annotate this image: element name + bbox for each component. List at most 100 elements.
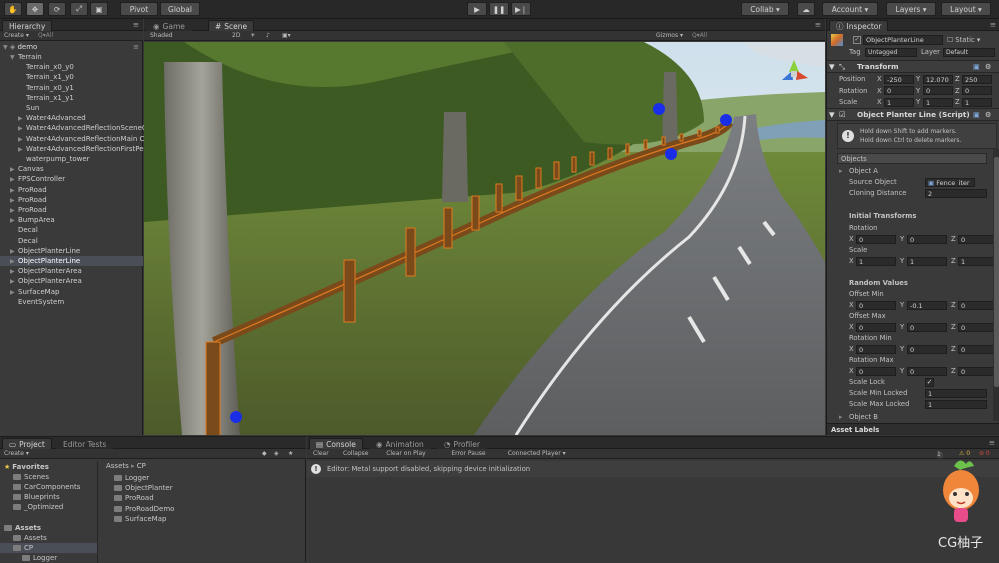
hierarchy-item[interactable]: Sun — [0, 103, 143, 113]
panel-menu-icon[interactable]: ≡ — [815, 20, 821, 29]
project-tree-item[interactable]: Assets — [0, 523, 97, 533]
rotation-max-x-field[interactable]: 0 — [856, 366, 896, 376]
scale-tool-icon[interactable]: ⤢ — [70, 2, 88, 16]
transform-scale-y-field[interactable]: 1 — [923, 97, 953, 107]
move-tool-icon[interactable]: ✥ — [26, 2, 44, 16]
console-clear-on-play-button[interactable]: Clear on Play — [386, 450, 426, 457]
object-name-field[interactable]: ObjectPlanterLine — [863, 35, 943, 45]
gear-icon[interactable]: ⚙ — [985, 110, 992, 119]
hierarchy-item[interactable]: ▶ ObjectPlanterLine — [0, 256, 143, 266]
console-log-row[interactable]: ! Editor: Metal support disabled, skippi… — [307, 461, 999, 477]
book-icon[interactable]: ▣ — [973, 62, 980, 71]
breadcrumb-current[interactable]: CP — [137, 462, 146, 470]
rotation-min-x-field[interactable]: 0 — [856, 344, 896, 354]
initial-rotation-x-field[interactable]: 0 — [856, 234, 896, 244]
2d-toggle[interactable]: 2D — [232, 32, 240, 39]
global-toggle[interactable]: Global — [160, 2, 200, 16]
step-button[interactable]: ▶❘ — [511, 2, 531, 16]
hierarchy-item[interactable]: ▶ Water4AdvancedReflectionMain C — [0, 134, 144, 144]
tab-editor-tests[interactable]: Editor Tests — [56, 438, 114, 449]
hierarchy-item[interactable]: ▶ Water4AdvancedReflectionFirstPe — [0, 144, 144, 154]
project-folder-item[interactable]: ProRoadDemo — [114, 504, 174, 514]
project-create-button[interactable]: Create ▾ — [4, 450, 29, 457]
tab-hierarchy[interactable]: Hierarchy — [2, 20, 53, 31]
effects-icon[interactable]: ▣▾ — [282, 32, 291, 39]
offset-min-y-field[interactable]: -0.1 — [907, 300, 947, 310]
scale-min-locked-field[interactable]: 1 — [925, 389, 987, 398]
layer-dropdown[interactable]: Default — [943, 48, 995, 57]
panel-menu-icon[interactable]: ≡ — [133, 20, 139, 29]
hierarchy-item[interactable]: ▶ ObjectPlanterArea — [0, 276, 143, 286]
collab-dropdown[interactable]: Collab ▾ — [741, 2, 789, 16]
breadcrumb-root[interactable]: Assets — [106, 462, 129, 470]
project-tree-item[interactable]: Assets — [0, 533, 97, 543]
marker-handle[interactable] — [720, 114, 732, 126]
hierarchy-item[interactable]: ▶ ObjectPlanterLine — [0, 246, 143, 256]
hierarchy-item[interactable]: ▶ SurfaceMap — [0, 287, 143, 297]
console-connected-player-button[interactable]: Connected Player ▾ — [508, 450, 566, 457]
hierarchy-item[interactable]: ▶ Canvas — [0, 164, 143, 174]
shading-dropdown[interactable]: Shaded — [150, 32, 173, 39]
transform-rotation-z-field[interactable]: 0 — [962, 86, 992, 95]
hierarchy-item[interactable]: ▶ ProRoad — [0, 195, 143, 205]
objects-foldout[interactable]: Objects — [837, 153, 987, 164]
project-tree-item[interactable]: _Optimized — [0, 502, 97, 512]
layout-dropdown[interactable]: Layout ▾ — [941, 2, 991, 16]
audio-icon[interactable]: ♪ — [266, 32, 270, 39]
project-tree-item[interactable]: CP — [0, 542, 97, 553]
project-tree-item[interactable]: Logger — [0, 553, 97, 563]
initial-rotation-y-field[interactable]: 0 — [907, 234, 947, 244]
book-icon[interactable]: ▣ — [973, 110, 980, 119]
inspector-scrollbar[interactable] — [993, 149, 999, 421]
tab-profiler[interactable]: ◔ Profiler — [437, 438, 487, 449]
initial-scale-z-field[interactable]: 1 — [958, 256, 998, 266]
scale-max-locked-field[interactable]: 1 — [925, 400, 987, 409]
marker-handle[interactable] — [230, 411, 242, 423]
scene-viewport[interactable] — [144, 42, 825, 435]
play-button[interactable]: ▶ — [467, 2, 487, 16]
project-tree-item[interactable]: CarComponents — [0, 482, 97, 492]
initial-rotation-z-field[interactable]: 0 — [958, 234, 998, 244]
project-folder-item[interactable]: SurfaceMap — [114, 514, 166, 524]
project-folder-item[interactable]: ProRoad — [114, 493, 154, 503]
transform-scale-x-field[interactable]: 1 — [884, 97, 914, 107]
gizmos-dropdown[interactable]: Gizmos ▾ — [656, 32, 683, 39]
panel-menu-icon[interactable]: ≡ — [990, 20, 996, 29]
object-b-triangle-icon[interactable]: ▸ — [839, 412, 842, 422]
hierarchy-item[interactable]: ▶ Water4AdvancedReflectionSceneC — [0, 123, 147, 133]
inspector-scrollbar-thumb[interactable] — [994, 157, 999, 387]
static-checkbox[interactable]: ☐ Static ▾ — [947, 35, 980, 45]
rotation-max-y-field[interactable]: 0 — [907, 366, 947, 376]
hierarchy-search-input[interactable]: Q▾All — [38, 32, 53, 39]
transform-position-y-field[interactable]: 12.070 — [923, 74, 953, 84]
cloning-distance-field[interactable]: 2 — [925, 189, 987, 198]
hierarchy-item[interactable]: Terrain_x0_y0 — [0, 62, 143, 72]
gizmo-center[interactable] — [791, 71, 797, 77]
hierarchy-item[interactable]: ▶ ProRoad — [0, 205, 143, 215]
tab-game[interactable]: ◉ Game — [146, 20, 192, 31]
script-checkbox-icon[interactable]: ☑ — [839, 110, 846, 119]
project-folder-item[interactable]: ObjectPlanter — [114, 483, 173, 493]
initial-scale-y-field[interactable]: 1 — [907, 256, 947, 266]
gear-icon[interactable]: ⚙ — [985, 62, 992, 71]
project-tree-item[interactable]: Blueprints — [0, 492, 97, 502]
scale-lock-checkbox[interactable]: ✓ — [925, 378, 934, 387]
offset-max-z-field[interactable]: 0 — [958, 322, 998, 332]
hierarchy-item[interactable]: ▶ BumpArea — [0, 215, 143, 225]
hierarchy-item[interactable]: ▼ Terrain — [0, 52, 143, 62]
cloud-icon[interactable]: ☁ — [797, 2, 815, 16]
account-dropdown[interactable]: Account ▾ — [822, 2, 878, 16]
offset-max-y-field[interactable]: 0 — [907, 322, 947, 332]
tab-project[interactable]: ▭ Project — [2, 438, 52, 449]
label-icon[interactable]: ◈ — [274, 450, 279, 457]
offset-max-x-field[interactable]: 0 — [856, 322, 896, 332]
pivot-toggle[interactable]: Pivot — [120, 2, 158, 16]
script-section-header[interactable]: ▼ ☑ Object Planter Line (Script) ▣ ⚙ — [827, 108, 999, 121]
marker-handle[interactable] — [665, 148, 677, 160]
tab-animation[interactable]: ◉ Animation — [369, 438, 431, 449]
rotation-min-y-field[interactable]: 0 — [907, 344, 947, 354]
transform-section-header[interactable]: ▼ ⤡ Transform ▣ ⚙ — [827, 60, 999, 73]
tag-dropdown[interactable]: Untagged — [865, 48, 917, 57]
rotation-min-z-field[interactable]: 0 — [958, 344, 998, 354]
layers-dropdown[interactable]: Layers ▾ — [886, 2, 936, 16]
